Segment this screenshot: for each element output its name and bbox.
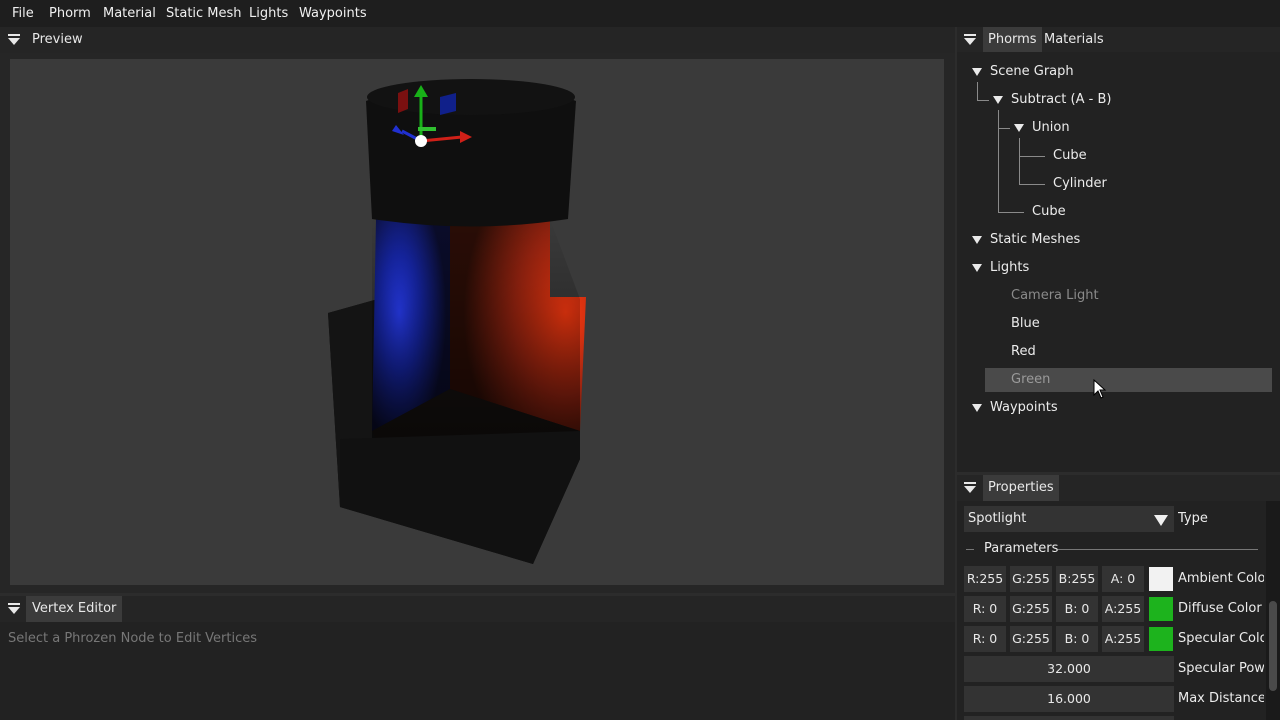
preview-header: Preview: [0, 27, 955, 53]
tree-light-camera[interactable]: Camera Light: [1011, 288, 1099, 303]
menu-phorm[interactable]: Phorm: [49, 0, 91, 27]
preview-viewport[interactable]: [10, 59, 944, 585]
panel-menu-icon[interactable]: [964, 34, 976, 46]
chevron-down-icon: [1154, 515, 1168, 526]
max-distance-field[interactable]: 16.000: [964, 686, 1174, 712]
vertex-editor-hint: Select a Phrozen Node to Edit Vertices: [8, 631, 258, 646]
diffuse-b-field[interactable]: B: 0: [1056, 596, 1098, 622]
type-dropdown[interactable]: Spotlight: [964, 506, 1174, 532]
tree-waypoints[interactable]: Waypoints: [990, 400, 1058, 415]
ambient-g-field[interactable]: G:255: [1010, 566, 1052, 592]
tree-cube[interactable]: Cube: [1053, 148, 1087, 163]
tree-cube[interactable]: Cube: [1032, 204, 1066, 219]
tab-materials[interactable]: Materials: [1044, 27, 1104, 53]
ambient-r-field[interactable]: R:255: [964, 566, 1006, 592]
scene-tree: Scene Graph Subtract (A - B) Union Cube …: [957, 52, 1280, 472]
diffuse-color-label: Diffuse Color: [1178, 601, 1262, 616]
specular-power-label: Specular Power: [1178, 661, 1264, 676]
tab-phorms[interactable]: Phorms: [983, 27, 1042, 53]
vertex-editor-tab[interactable]: Vertex Editor: [26, 596, 123, 622]
diffuse-color-swatch[interactable]: [1149, 597, 1173, 621]
expand-icon[interactable]: [993, 96, 1003, 104]
expand-icon[interactable]: [972, 264, 982, 272]
mouse-cursor-icon: [1093, 379, 1107, 399]
type-label: Type: [1178, 511, 1208, 526]
tree-static-meshes[interactable]: Static Meshes: [990, 232, 1080, 247]
diffuse-r-field[interactable]: R: 0: [964, 596, 1006, 622]
properties-tab[interactable]: Properties: [983, 475, 1059, 501]
specular-power-field[interactable]: 32.000: [964, 656, 1174, 682]
tree-union[interactable]: Union: [1032, 120, 1070, 135]
scene-render: [328, 79, 586, 564]
menu-lights[interactable]: Lights: [249, 0, 288, 27]
panel-menu-icon[interactable]: [8, 34, 20, 46]
tree-subtract[interactable]: Subtract (A - B): [1011, 92, 1111, 107]
tree-light-green[interactable]: Green: [1011, 372, 1050, 387]
phorms-header: Phorms Materials: [957, 27, 1280, 53]
expand-icon[interactable]: [972, 404, 982, 412]
properties-body: Spotlight Type Parameters R:255 G:255 B:…: [957, 501, 1280, 720]
max-distance-label: Max Distance: [1178, 691, 1264, 706]
preview-title: Preview: [32, 32, 83, 47]
tree-cylinder[interactable]: Cylinder: [1053, 176, 1107, 191]
properties-header: Properties: [957, 475, 1280, 501]
specular-a-field[interactable]: A:255: [1102, 626, 1144, 652]
parameters-heading: Parameters: [984, 541, 1059, 556]
expand-icon[interactable]: [972, 68, 982, 76]
vertex-editor-header: Vertex Editor: [0, 596, 955, 622]
ambient-b-field[interactable]: B:255: [1056, 566, 1098, 592]
menu-file[interactable]: File: [12, 0, 34, 27]
type-dropdown-value: Spotlight: [968, 511, 1027, 526]
panel-menu-icon[interactable]: [964, 482, 976, 494]
ambient-a-field[interactable]: A: 0: [1102, 566, 1144, 592]
section-divider: [1058, 549, 1258, 550]
next-field[interactable]: [964, 716, 1174, 720]
diffuse-a-field[interactable]: A:255: [1102, 596, 1144, 622]
expand-icon[interactable]: [1014, 124, 1024, 132]
menu-bar: File Phorm Material Static Mesh Lights W…: [0, 0, 1280, 27]
specular-b-field[interactable]: B: 0: [1056, 626, 1098, 652]
tree-scene-graph[interactable]: Scene Graph: [990, 64, 1074, 79]
panel-menu-icon[interactable]: [8, 603, 20, 615]
ambient-color-swatch[interactable]: [1149, 567, 1173, 591]
ambient-color-label: Ambient Color: [1178, 571, 1264, 586]
specular-color-label: Specular Color: [1178, 631, 1264, 646]
vertex-editor-body: Select a Phrozen Node to Edit Vertices: [0, 622, 955, 720]
specular-g-field[interactable]: G:255: [1010, 626, 1052, 652]
expand-icon[interactable]: [972, 236, 982, 244]
section-divider: [966, 549, 974, 550]
specular-color-swatch[interactable]: [1149, 627, 1173, 651]
diffuse-g-field[interactable]: G:255: [1010, 596, 1052, 622]
properties-scrollbar[interactable]: [1266, 501, 1280, 720]
tree-light-blue[interactable]: Blue: [1011, 316, 1040, 331]
menu-material[interactable]: Material: [103, 0, 156, 27]
menu-waypoints[interactable]: Waypoints: [299, 0, 367, 27]
specular-r-field[interactable]: R: 0: [964, 626, 1006, 652]
tree-light-red[interactable]: Red: [1011, 344, 1036, 359]
menu-static-mesh[interactable]: Static Mesh: [166, 0, 242, 27]
tree-lights[interactable]: Lights: [990, 260, 1029, 275]
scrollbar-thumb[interactable]: [1269, 601, 1277, 691]
